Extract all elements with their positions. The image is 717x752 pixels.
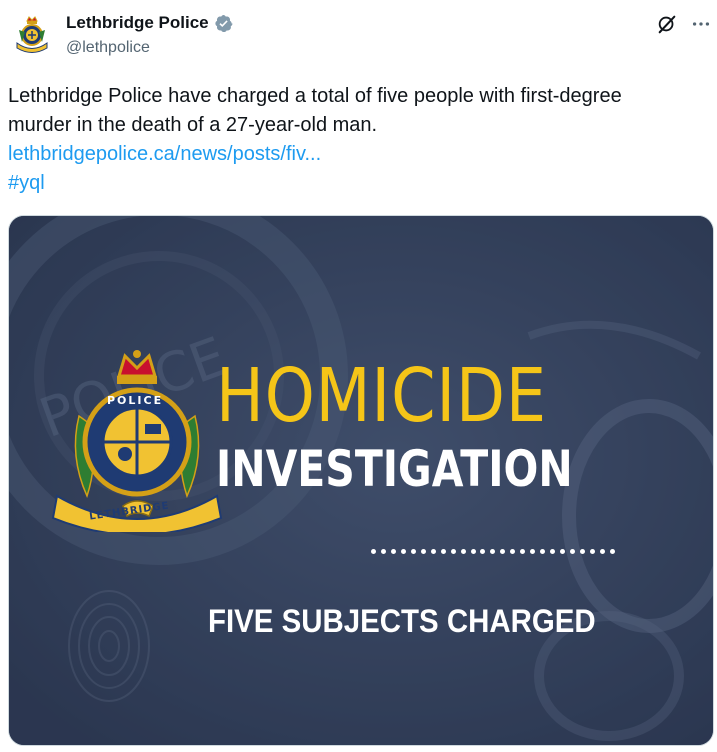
post-header: Lethbridge Police @lethpolice	[0, 0, 717, 70]
police-crest-icon	[9, 12, 55, 58]
verified-badge-icon	[215, 14, 233, 32]
post-text-line-1: Lethbridge Police have charged a total o…	[8, 85, 622, 107]
hashtag-link[interactable]: #yql	[8, 172, 45, 194]
avatar[interactable]	[9, 12, 55, 58]
more-options-icon[interactable]	[690, 13, 712, 35]
headline-homicide: HOMICIDE	[216, 353, 547, 439]
crest-text-top: POLICE	[107, 394, 164, 407]
headline-investigation: INVESTIGATION	[216, 440, 573, 498]
handle[interactable]: @lethpolice	[66, 37, 150, 59]
subhead-five-subjects-charged: FIVE SUBJECTS CHARGED	[208, 603, 596, 639]
post-media-image[interactable]: POLICE POLICE LETHBRIDGE HOMICIDE INVEST…	[8, 215, 714, 746]
dotted-divider	[371, 549, 615, 557]
grok-icon[interactable]	[656, 13, 678, 35]
post-text-line-2: murder in the death of a 27-year-old man…	[8, 114, 378, 136]
name-row: Lethbridge Police	[66, 11, 233, 35]
post-text: Lethbridge Police have charged a total o…	[8, 82, 708, 198]
post-link[interactable]: lethbridgepolice.ca/news/posts/fiv...	[8, 143, 321, 165]
display-name[interactable]: Lethbridge Police	[66, 11, 209, 35]
